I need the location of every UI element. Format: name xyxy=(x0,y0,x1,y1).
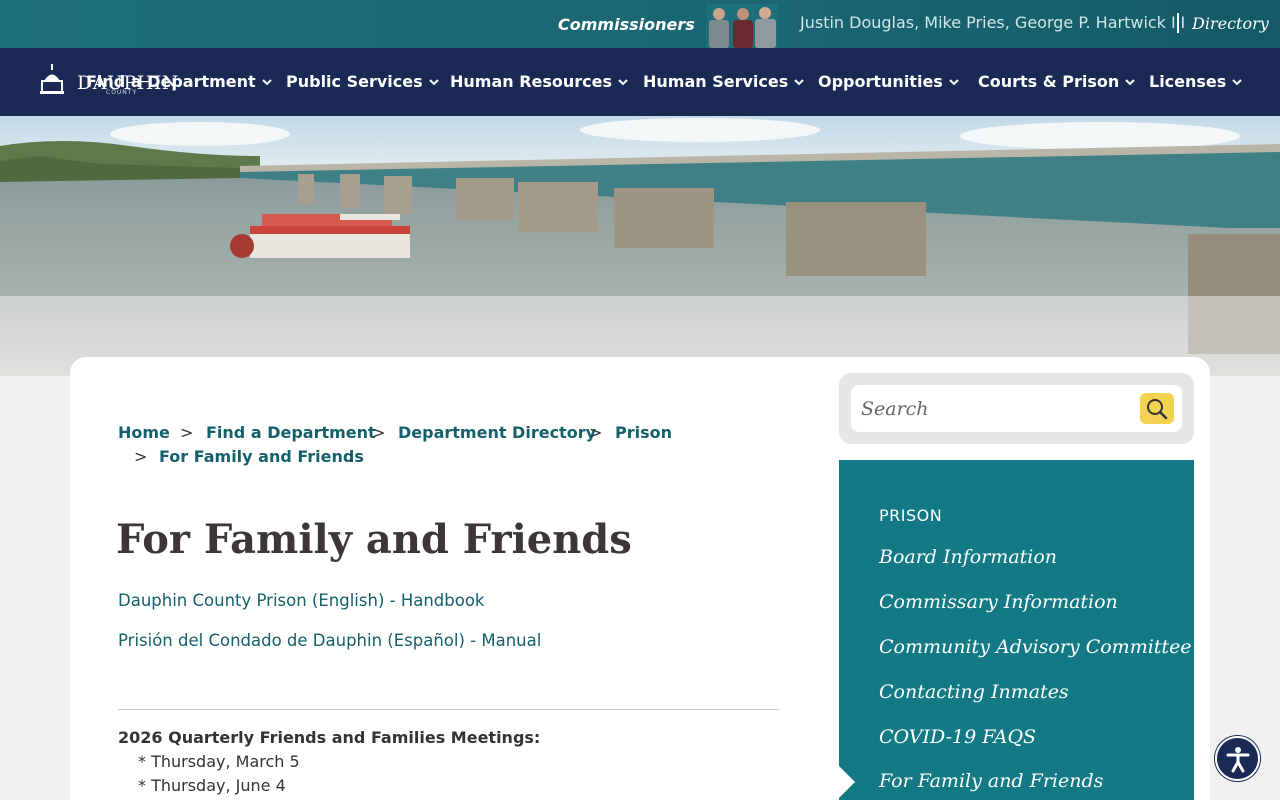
nav-licenses[interactable]: Licenses xyxy=(1149,72,1243,91)
content-divider xyxy=(118,709,779,710)
chevron-down-icon xyxy=(261,78,272,85)
commissioners-photo xyxy=(706,4,778,48)
nav-public-services[interactable]: Public Services xyxy=(286,72,439,91)
breadcrumb-home[interactable]: Home xyxy=(118,423,170,442)
commissioners-label[interactable]: Commissioners xyxy=(558,15,695,34)
side-nav-community-advisory-committee[interactable]: Community Advisory Committee xyxy=(879,636,1192,658)
side-nav-covid-19-faqs[interactable]: COVID-19 FAQS xyxy=(879,726,1036,748)
side-nav-active-marker xyxy=(839,766,855,798)
side-nav-commissary-information[interactable]: Commissary Information xyxy=(879,591,1118,613)
breadcrumb-separator: > xyxy=(372,423,386,442)
nav-label: Opportunities xyxy=(818,72,943,91)
side-nav-board-information[interactable]: Board Information xyxy=(879,546,1057,568)
nav-human-services[interactable]: Human Services xyxy=(643,72,804,91)
breadcrumb-department-directory[interactable]: Department Directory xyxy=(398,423,596,442)
search-input[interactable] xyxy=(851,385,1182,432)
commissioner-names-link[interactable]: Justin Douglas, Mike Pries, George P. Ha… xyxy=(800,13,1185,32)
page-title: For Family and Friends xyxy=(116,516,632,563)
breadcrumb-separator: > xyxy=(589,423,603,442)
nav-label: Courts & Prison xyxy=(978,72,1120,91)
search-button[interactable] xyxy=(1140,393,1174,424)
chevron-down-icon xyxy=(428,78,439,85)
chevron-down-icon xyxy=(949,78,959,85)
side-nav-contacting-inmates[interactable]: Contacting Inmates xyxy=(879,681,1069,703)
topbar-divider xyxy=(1177,13,1179,33)
main-nav: DAUPHIN COUNTY Find a Department Public … xyxy=(0,48,1280,116)
breadcrumb-separator: > xyxy=(180,423,194,442)
chevron-down-icon xyxy=(1125,78,1136,85)
meeting-item: * Thursday, June 4 xyxy=(138,776,286,795)
manual-spanish-link[interactable]: Prisión del Condado de Dauphin (Español)… xyxy=(118,631,541,650)
nav-courts-prison[interactable]: Courts & Prison xyxy=(978,72,1136,91)
breadcrumb-prison[interactable]: Prison xyxy=(615,423,672,442)
nav-label: Human Services xyxy=(643,72,789,91)
meeting-item: * Thursday, March 5 xyxy=(138,752,300,771)
chevron-down-icon xyxy=(1232,78,1243,85)
top-bar: Commissioners Justin Douglas, Mike Pries… xyxy=(0,0,1280,48)
breadcrumb-trailing: : xyxy=(348,447,354,466)
breadcrumb-separator: > xyxy=(134,447,148,466)
meetings-title: 2026 Quarterly Friends and Families Meet… xyxy=(118,728,541,747)
nav-human-resources[interactable]: Human Resources xyxy=(450,72,628,91)
nav-label: Human Resources xyxy=(450,72,613,91)
handbook-english-link[interactable]: Dauphin County Prison (English) - Handbo… xyxy=(118,591,485,610)
nav-find-a-department[interactable]: Find a Department xyxy=(86,72,272,91)
nav-opportunities[interactable]: Opportunities xyxy=(818,72,959,91)
nav-label: Public Services xyxy=(286,72,423,91)
nav-label: Licenses xyxy=(1149,72,1227,91)
side-nav-heading[interactable]: PRISON xyxy=(879,506,942,525)
chevron-down-icon xyxy=(794,78,804,85)
nav-label: Find a Department xyxy=(86,72,256,91)
side-nav-for-family-and-friends[interactable]: For Family and Friends xyxy=(879,770,1103,792)
search-icon xyxy=(1147,398,1168,419)
breadcrumb-current[interactable]: For Family and Friends xyxy=(159,447,364,466)
accessibility-button[interactable] xyxy=(1215,736,1260,781)
accessibility-icon xyxy=(1226,746,1249,772)
directory-link[interactable]: Directory xyxy=(1192,14,1269,33)
hero-river-bridge-image xyxy=(0,116,1280,376)
breadcrumb-find-a-department[interactable]: Find a Department xyxy=(206,423,376,442)
chevron-down-icon xyxy=(618,78,628,85)
